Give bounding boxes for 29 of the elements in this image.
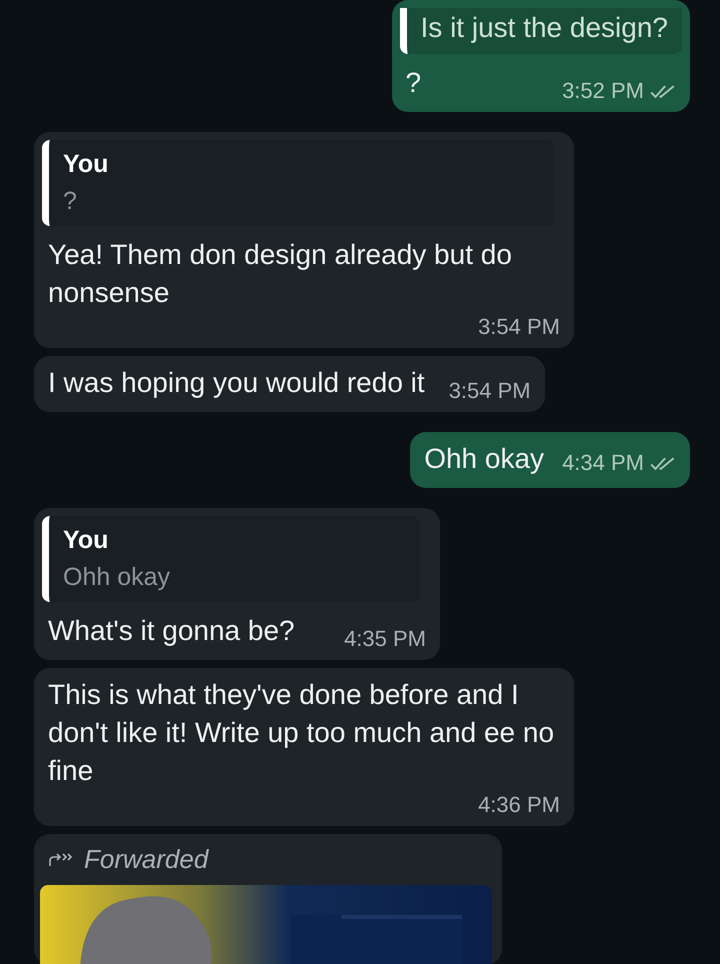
message-time: 4:36 PM [478, 791, 560, 819]
message-bubble[interactable]: You Ohh okay What's it gonna be? 4:35 PM [34, 508, 440, 660]
quoted-message[interactable]: You Ohh okay [42, 516, 420, 602]
quote-author: You [63, 150, 110, 179]
message-bubble[interactable]: Ohh okay 4:34 PM [410, 432, 690, 488]
message-bubble[interactable]: This is what they've done before and I don't like it! Write up too much and ee no fine 4:36 PM [34, 668, 574, 826]
message-time: 3:52 PM [562, 77, 644, 105]
quote-text: ? [63, 187, 78, 216]
message-bubble[interactable]: I was hoping you would redo it 3:54 PM [34, 356, 545, 412]
forwarded-label: Forwarded [84, 844, 208, 875]
message-text: I was hoping you would redo it [48, 366, 425, 400]
message-time: 4:35 PM [344, 625, 426, 653]
message-text: ? [406, 66, 422, 100]
message-text: What's it gonna be? [48, 614, 296, 648]
quoted-message[interactable]: You ? [42, 140, 554, 226]
message-text: Yea! Them don design already but do nonsense [48, 238, 513, 310]
message-time: 3:54 PM [448, 377, 531, 405]
message-bubble[interactable]: Is it just the design? ? 3:52 PM [392, 0, 690, 112]
quoted-message[interactable]: Is it just the design? [400, 8, 682, 54]
message-time: 4:34 PM [562, 449, 644, 477]
quote-text: Is it just the design? [420, 12, 668, 44]
quote-author: You [63, 526, 110, 555]
message-text: This is what they've done before and I don't like it! Write up too much and ee no fine [48, 678, 556, 788]
message-bubble[interactable]: You ? Yea! Them don design already but do nonsense 3:54 PM [34, 132, 574, 348]
message-bubble[interactable]: Forwarded [34, 834, 502, 964]
message-text: Ohh okay [424, 442, 544, 476]
message-time: 3:54 PM [478, 313, 560, 341]
quote-text: Ohh okay [63, 563, 172, 592]
forward-icon [48, 852, 74, 868]
